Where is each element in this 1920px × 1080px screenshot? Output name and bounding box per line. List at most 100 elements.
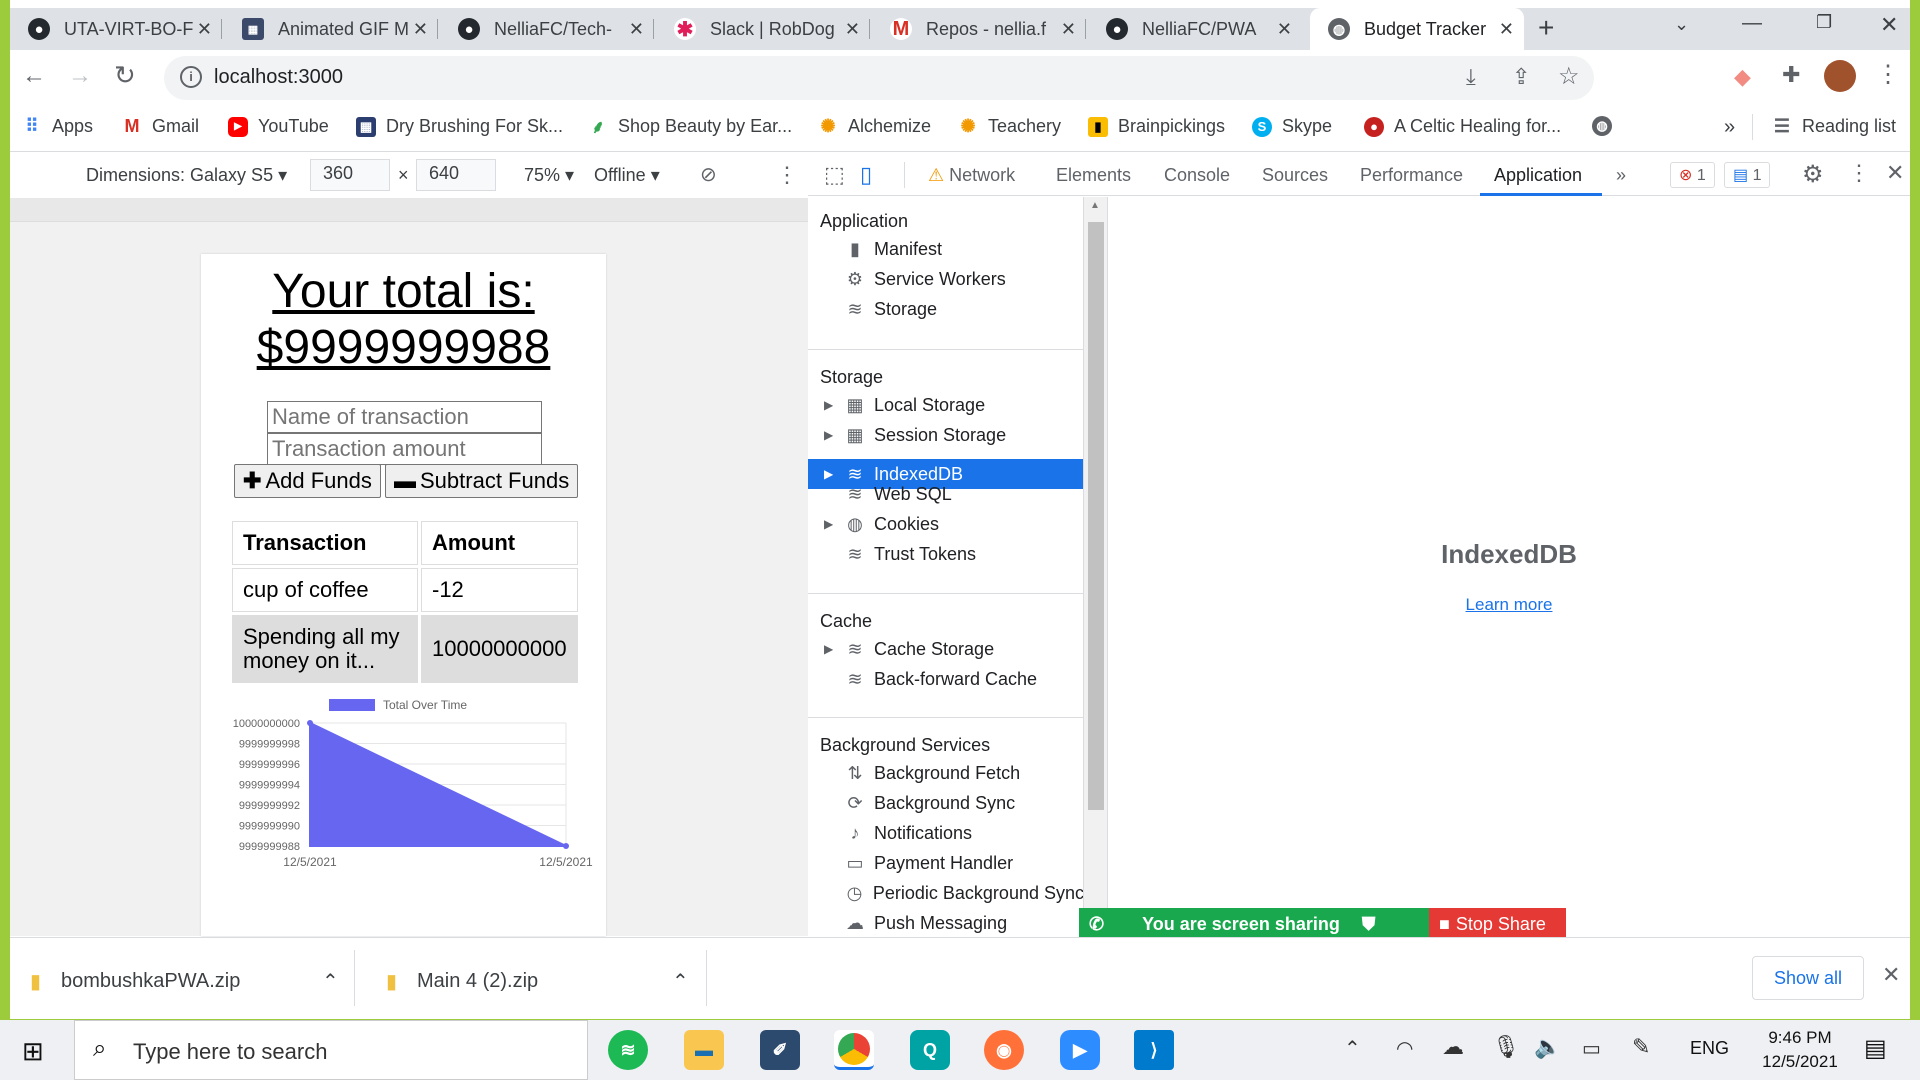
battery-icon[interactable]: ▭ [1582,1036,1601,1061]
back-icon[interactable]: ← [22,62,46,90]
tab-nelliafc-tech[interactable]: ● NelliaFC/Tech- ✕ [440,8,654,50]
more-tabs-icon[interactable]: » [1616,165,1626,186]
close-window-button[interactable]: ✕ [1880,12,1898,38]
puzzle-icon[interactable]: ✚ [1782,62,1800,88]
transaction-name-input[interactable] [267,401,542,433]
clock[interactable]: 9:46 PM 12/5/2021 [1748,1026,1852,1074]
sidebar-item-manifest[interactable]: ▮ Manifest [844,234,1083,264]
address-bar[interactable]: i localhost:3000 ⤓ ⇪ ☆ [164,56,1594,100]
expand-arrow-icon[interactable]: ▶ [824,398,833,412]
device-dimensions-select[interactable]: Dimensions: Galaxy S5 ▾ [86,165,287,186]
more-bookmarks-icon[interactable]: » [1724,116,1735,139]
restore-button[interactable]: ❐ [1816,12,1832,33]
chrome-icon[interactable] [834,1030,874,1070]
expand-arrow-icon[interactable]: ▶ [824,467,833,481]
tab-budget-tracker[interactable]: ◍ Budget Tracker ✕ [1310,8,1524,50]
firefox-icon[interactable]: ◉ [984,1030,1024,1070]
download-item[interactable]: ▮ Main 4 (2).zip ⌃ [386,966,716,996]
sidebar-item-back-forward-cache[interactable]: ≋ Back-forward Cache [844,664,1083,694]
bookmark-globe[interactable]: ◍ [1592,116,1622,136]
device-width-input[interactable]: 360 [310,159,390,191]
sidebar-item-trust-tokens[interactable]: ≋ Trust Tokens [844,539,1083,569]
tab-nelliafc-pwa[interactable]: ● NelliaFC/PWA ✕ [1088,8,1302,50]
tab-search-icon[interactable]: ⌄ [1674,14,1689,35]
close-tab-icon[interactable]: ✕ [1499,19,1514,40]
rotate-icon[interactable]: ⊘ [700,162,717,187]
bookmark-celtic-healing[interactable]: ● A Celtic Healing for... [1364,116,1561,137]
reading-list-button[interactable]: ☰ Reading list [1772,116,1896,137]
bookmark-star-icon[interactable]: ☆ [1558,62,1580,91]
bookmark-gmail[interactable]: M Gmail [122,116,200,137]
windows-start-icon[interactable]: ⊞ [22,1036,44,1067]
expand-arrow-icon[interactable]: ▶ [824,642,833,656]
mysql-workbench-icon[interactable]: ✐ [760,1030,800,1070]
close-tab-icon[interactable]: ✕ [1277,19,1292,40]
device-menu-icon[interactable]: ⋮ [776,162,798,188]
sidebar-item-storage[interactable]: ≋ Storage [844,294,1083,324]
forward-icon[interactable]: → [68,62,92,90]
close-tab-icon[interactable]: ✕ [629,19,644,40]
error-badge[interactable]: ⊗ 1 [1670,162,1715,188]
microphone-icon[interactable]: 🎙 [1492,1034,1520,1060]
sidebar-item-web-sql[interactable]: ≋ Web SQL [844,479,1083,509]
tab-console[interactable]: Console [1164,165,1230,186]
sidebar-scroll-thumb[interactable] [1088,222,1104,810]
sidebar-item-periodic-background-sync[interactable]: ◷ Periodic Background Sync [844,878,1083,908]
bookmark-dry-brushing[interactable]: ▦ Dry Brushing For Sk... [356,116,563,137]
vscode-icon[interactable]: ⟩ [1134,1030,1174,1070]
sidebar-item-push-messaging[interactable]: ☁ Push Messaging [844,908,1083,937]
sidebar-item-cookies[interactable]: ▶ ◍ Cookies [824,509,1083,539]
sidebar-item-payment-handler[interactable]: ▭ Payment Handler [844,848,1083,878]
sidebar-item-service-workers[interactable]: ⚙ Service Workers [844,264,1083,294]
tab-performance[interactable]: Performance [1360,165,1463,186]
sidebar-item-local-storage[interactable]: ▶ ▦ Local Storage [824,390,1083,420]
tab-sources[interactable]: Sources [1262,165,1328,186]
wifi-icon[interactable]: ◠ [1396,1036,1413,1061]
expand-arrow-icon[interactable]: ▶ [824,428,833,442]
close-tab-icon[interactable]: ✕ [197,19,212,40]
network-throttle-select[interactable]: Offline ▾ [594,165,660,186]
learn-more-link[interactable]: Learn more [1108,595,1910,615]
onedrive-icon[interactable]: ☁ [1442,1034,1464,1060]
tab-network[interactable]: ⚠ Network [928,165,1015,186]
device-height-input[interactable]: 640 [416,159,496,191]
bookmark-youtube[interactable]: ▶ YouTube [228,116,329,137]
inspect-icon[interactable]: ⬚ [824,162,845,188]
file-explorer-icon[interactable]: ▬ [684,1030,724,1070]
devtools-menu-icon[interactable]: ⋮ [1848,160,1870,186]
chevron-up-icon[interactable]: ⌃ [672,969,689,994]
transaction-amount-input[interactable] [267,433,542,465]
pen-icon[interactable]: ✎ [1632,1034,1650,1060]
device-toggle-icon[interactable]: ▯ [860,162,872,188]
chevron-up-icon[interactable]: ⌃ [322,969,339,994]
tab-application[interactable]: Application [1494,165,1582,186]
info-icon[interactable]: i [180,66,202,88]
download-item[interactable]: ▮ bombushkaPWA.zip ⌃ [30,966,360,996]
spotify-icon[interactable]: ≋ [608,1030,648,1070]
url-text[interactable]: localhost:3000 [214,66,343,89]
zoom-select[interactable]: 75% ▾ [524,165,574,186]
minimize-button[interactable]: — [1742,12,1762,35]
quick-assist-icon[interactable]: Q [910,1030,950,1070]
tab-elements[interactable]: Elements [1056,165,1131,186]
sidebar-item-notifications[interactable]: ♪ Notifications [844,818,1083,848]
expand-arrow-icon[interactable]: ▶ [824,517,833,531]
settings-gear-icon[interactable]: ⚙ [1802,160,1824,189]
add-funds-button[interactable]: ✚ Add Funds [234,464,381,498]
volume-icon[interactable]: 🔈 [1534,1034,1561,1060]
language-indicator[interactable]: ENG [1690,1038,1729,1059]
show-all-button[interactable]: Show all [1752,956,1864,1000]
menu-icon[interactable]: ⋮ [1876,60,1900,89]
bookmark-skype[interactable]: S Skype [1252,116,1332,137]
share-icon[interactable]: ⇪ [1512,64,1530,90]
reload-icon[interactable]: ↻ [114,60,136,91]
scroll-up-arrow-icon[interactable]: ▲ [1090,200,1100,211]
sidebar-item-session-storage[interactable]: ▶ ▦ Session Storage [824,420,1083,450]
sidebar-item-cache-storage[interactable]: ▶ ≋ Cache Storage [824,634,1083,664]
tab-animated-gif[interactable]: ▦ Animated GIF M ✕ [224,8,438,50]
close-devtools-icon[interactable]: ✕ [1886,160,1904,186]
message-badge[interactable]: ▤ 1 [1724,162,1771,188]
new-tab-button[interactable]: + [1538,12,1554,44]
sidebar-item-background-fetch[interactable]: ⇅ Background Fetch [844,758,1083,788]
close-downloads-icon[interactable]: ✕ [1882,962,1900,988]
